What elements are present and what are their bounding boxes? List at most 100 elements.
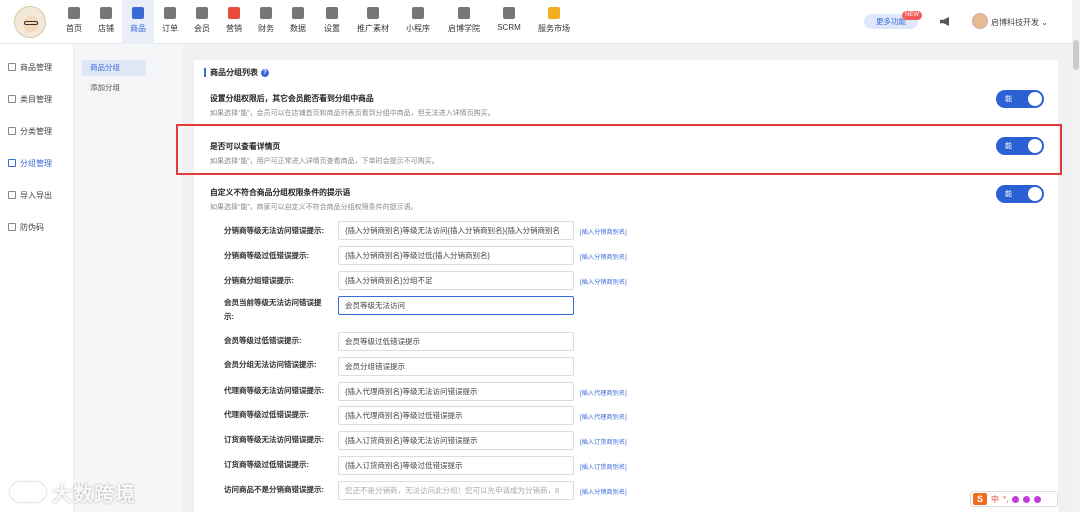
- home-icon: [68, 7, 80, 19]
- member-icon: [196, 7, 208, 19]
- row-label: 会员等级过低错误提示:: [224, 336, 302, 345]
- row-label: 代理商等级无法访问错误提示:: [224, 386, 324, 395]
- main-content: 商品分组列表? 设置分组权限后，其它会员能否看到分组中商品 如果选择“能”，会员…: [182, 44, 1072, 512]
- setting-group-visibility: 设置分组权限后，其它会员能否看到分组中商品 如果选择“能”，会员可以在店铺首页和…: [210, 93, 1050, 118]
- insert-alias-link[interactable]: [插入分销商别名]: [580, 227, 627, 236]
- sidebar-item-class-manage[interactable]: 分类管理: [0, 116, 74, 146]
- settings-icon: [326, 7, 338, 19]
- nav-item-share[interactable]: 推广素材: [350, 0, 396, 44]
- new-badge: NEW: [902, 11, 922, 20]
- nav-label: 启博学院: [448, 24, 480, 33]
- tip-input[interactable]: 会员等级过低错误提示: [338, 332, 574, 351]
- tip-input[interactable]: {插入分销商别名}等级过低{插入分销商别名}: [338, 246, 574, 265]
- import-export-icon: [8, 191, 16, 199]
- toggle-group-visibility[interactable]: 能: [996, 90, 1044, 108]
- page-title: 商品分组列表?: [204, 68, 269, 77]
- insert-alias-link[interactable]: [插入分销商别名]: [580, 487, 627, 496]
- insert-alias-link[interactable]: [插入代理商别名]: [580, 388, 627, 397]
- row-label: 分销商分组错误提示:: [224, 276, 294, 285]
- tip-input[interactable]: {插入订货商别名}等级过低错误提示: [338, 456, 574, 475]
- scrollbar[interactable]: [1072, 0, 1080, 512]
- tip-input[interactable]: 您还不是分销商，无法访问此分组！您可以先申请成为分销商，8: [338, 481, 574, 500]
- ime-mode[interactable]: 中: [991, 494, 999, 505]
- sidebar-item-group-manage[interactable]: 分组管理: [0, 148, 74, 178]
- goods-manage-icon: [8, 63, 16, 71]
- sidebar-item-goods-manage[interactable]: 商品管理: [0, 52, 74, 82]
- sidebar-item-label: 类目管理: [20, 94, 52, 104]
- nav-item-service-market[interactable]: 服务市场: [530, 0, 578, 44]
- tip-input[interactable]: {插入分销商别名}等级无法访问{插入分销商别名}{插入分销商别名: [338, 221, 574, 240]
- speaker-icon[interactable]: [940, 17, 949, 26]
- toggle-custom-tip[interactable]: 能: [996, 185, 1044, 203]
- nav-item-marketing[interactable]: 营销: [218, 0, 250, 44]
- insert-alias-link[interactable]: [插入代理商别名]: [580, 412, 627, 421]
- store-icon: [100, 7, 112, 19]
- more-features-label: 更多功能: [876, 17, 906, 26]
- nav-label: 会员: [194, 24, 210, 33]
- nav-label: 推广素材: [357, 24, 389, 33]
- sub-item-label: 商品分组: [90, 63, 120, 72]
- nav-label: 店铺: [98, 24, 114, 33]
- nav-item-member[interactable]: 会员: [186, 0, 218, 44]
- nav-item-order[interactable]: 订单: [154, 0, 186, 44]
- nav-item-miniprogram[interactable]: 小程序: [396, 0, 440, 44]
- nav-item-goods[interactable]: 商品: [122, 0, 154, 44]
- miniprogram-icon: [412, 7, 424, 19]
- academy-icon: [458, 7, 470, 19]
- sidebar-item-anti-fake[interactable]: 防伪码: [0, 212, 74, 242]
- tip-input[interactable]: {插入代理商别名}等级过低错误提示: [338, 406, 574, 425]
- insert-alias-link[interactable]: [插入分销商别名]: [580, 252, 627, 261]
- nav-label: 设置: [324, 24, 340, 33]
- nav-label: 营销: [226, 24, 242, 33]
- tip-input[interactable]: 会员分组错误提示: [338, 357, 574, 376]
- tip-input[interactable]: {插入订货商别名}等级无法访问错误提示: [338, 431, 574, 450]
- toolbox-icon[interactable]: [1034, 495, 1042, 503]
- punctuation-icon[interactable]: °,: [1003, 495, 1008, 504]
- page-title-text: 商品分组列表: [210, 68, 258, 77]
- sub-sidebar: 商品分组 添加分组: [74, 44, 182, 512]
- nav-label: 服务市场: [538, 24, 570, 33]
- top-nav-bar: 首页 店铺 商品 订单 会员 营销 财务 数据 设置 推广素材 小程序 启博学院…: [0, 0, 1080, 44]
- insert-alias-link[interactable]: [插入分销商别名]: [580, 277, 627, 286]
- group-icon: [8, 159, 16, 167]
- nav-item-home[interactable]: 首页: [58, 0, 90, 44]
- ime-toolbar[interactable]: S 中 °,: [970, 491, 1058, 507]
- brand-logo[interactable]: [14, 6, 46, 38]
- tip-input[interactable]: {插入代理商别名}等级无法访问错误提示: [338, 382, 574, 401]
- nav-item-finance[interactable]: 财务: [250, 0, 282, 44]
- voice-icon[interactable]: [1023, 495, 1031, 503]
- avatar[interactable]: [972, 13, 988, 29]
- help-icon[interactable]: ?: [261, 68, 269, 77]
- tip-input[interactable]: 会员等级无法访问: [338, 296, 574, 315]
- sidebar-item-import-export[interactable]: 导入导出: [0, 180, 74, 210]
- goods-icon: [132, 7, 144, 19]
- insert-alias-link[interactable]: [插入订货商别名]: [580, 437, 627, 446]
- user-name[interactable]: 启博科技开发 ⌄: [991, 17, 1048, 28]
- tip-input[interactable]: {插入分销商别名}分组不足: [338, 271, 574, 290]
- setting-title: 自定义不符合商品分组权限条件的提示语: [210, 188, 351, 197]
- class-icon: [8, 127, 16, 135]
- sidebar-item-category-manage[interactable]: 类目管理: [0, 84, 74, 114]
- row-label: 会员当前等级无法访问错误提示:: [224, 298, 322, 321]
- scrm-icon: [503, 7, 515, 19]
- toggle-knob: [1028, 187, 1042, 201]
- row-label: 订货商等级过低错误提示:: [224, 460, 309, 469]
- emoji-icon[interactable]: [1012, 495, 1020, 503]
- nav-item-settings[interactable]: 设置: [314, 0, 350, 44]
- share-icon: [367, 7, 379, 19]
- main-nav: 首页 店铺 商品 订单 会员 营销 财务 数据 设置 推广素材 小程序 启博学院…: [58, 0, 578, 44]
- logo-glasses: [24, 21, 38, 25]
- sub-item-add-group[interactable]: 添加分组: [82, 80, 146, 96]
- insert-alias-link[interactable]: [插入订货商别名]: [580, 462, 627, 471]
- nav-item-store[interactable]: 店铺: [90, 0, 122, 44]
- row-label: 代理商等级过低错误提示:: [224, 410, 309, 419]
- sub-item-goods-group[interactable]: 商品分组: [82, 60, 146, 76]
- sidebar: 商品管理 类目管理 分类管理 分组管理 导入导出 防伪码: [0, 44, 74, 512]
- nav-item-scrm[interactable]: SCRM: [488, 0, 530, 44]
- order-icon: [164, 7, 176, 19]
- watermark: 大数跨境: [52, 484, 136, 506]
- nav-item-academy[interactable]: 启博学院: [440, 0, 488, 44]
- scrollbar-thumb[interactable]: [1073, 40, 1079, 70]
- nav-item-data[interactable]: 数据: [282, 0, 314, 44]
- nav-label: 商品: [130, 24, 146, 33]
